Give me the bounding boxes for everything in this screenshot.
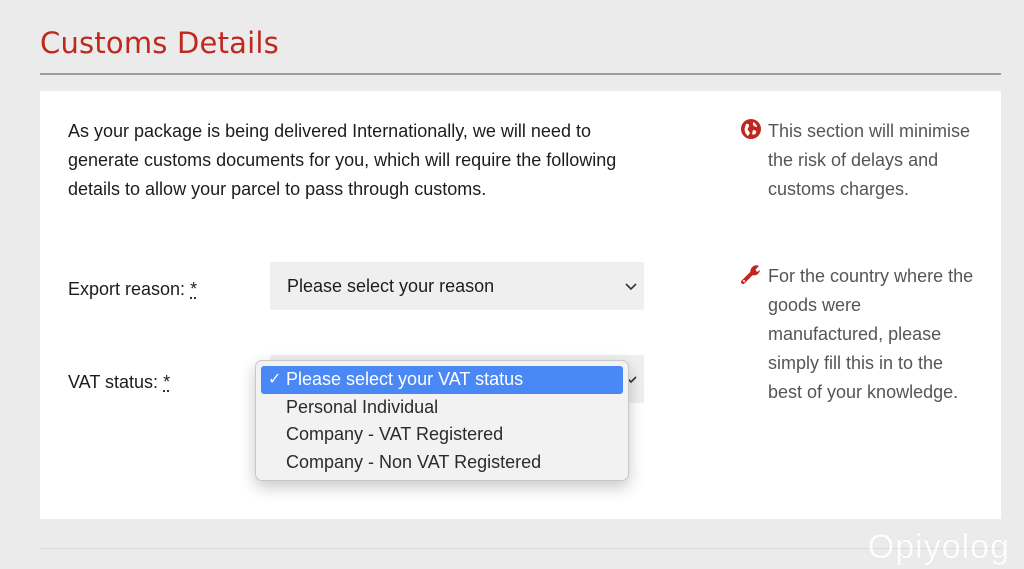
vat-option-label: Personal Individual (286, 396, 439, 417)
tip-text: For the country where the goods were man… (768, 266, 974, 402)
tip-text: This section will minimise the risk of d… (768, 121, 971, 199)
required-marker: * (163, 372, 171, 392)
vat-option-label: Please select your VAT status (286, 369, 524, 389)
vat-option-please-select[interactable]: ✓ Please select your VAT status (261, 366, 623, 394)
title-divider (40, 73, 1001, 75)
globe-icon (741, 119, 761, 139)
vat-option-label: Company - VAT Registered (286, 424, 504, 444)
chevron-down-icon (625, 283, 637, 291)
vat-option-label: Company - Non VAT Registered (286, 451, 542, 472)
export-reason-label: Export reason: * (68, 279, 197, 300)
vat-option-personal-individual[interactable]: Personal Individual (261, 394, 623, 422)
vat-status-dropdown: ✓ Please select your VAT status Personal… (255, 360, 629, 481)
page-title: Customs Details (40, 26, 279, 60)
tip-manufacture-country: For the country where the goods were man… (740, 262, 980, 407)
tip-customs-risk: This section will minimise the risk of d… (740, 117, 980, 204)
bottom-divider (40, 548, 1001, 549)
vat-option-company-non-vat-registered[interactable]: Company - Non VAT Registered (261, 449, 623, 477)
vat-status-label: VAT status: * (68, 372, 170, 393)
required-marker: * (190, 279, 198, 299)
vat-status-label-text: VAT status: (68, 372, 159, 392)
vat-option-company-vat-registered[interactable]: Company - VAT Registered (261, 421, 623, 449)
export-reason-label-text: Export reason: (68, 279, 186, 299)
checkmark-icon: ✓ (268, 371, 282, 388)
intro-text: As your package is being delivered Inter… (68, 121, 617, 199)
export-reason-select[interactable]: Please select your reason (270, 262, 644, 310)
export-reason-value: Please select your reason (287, 275, 495, 296)
wrench-icon (741, 265, 760, 284)
watermark: Opiyolog (867, 528, 1010, 566)
